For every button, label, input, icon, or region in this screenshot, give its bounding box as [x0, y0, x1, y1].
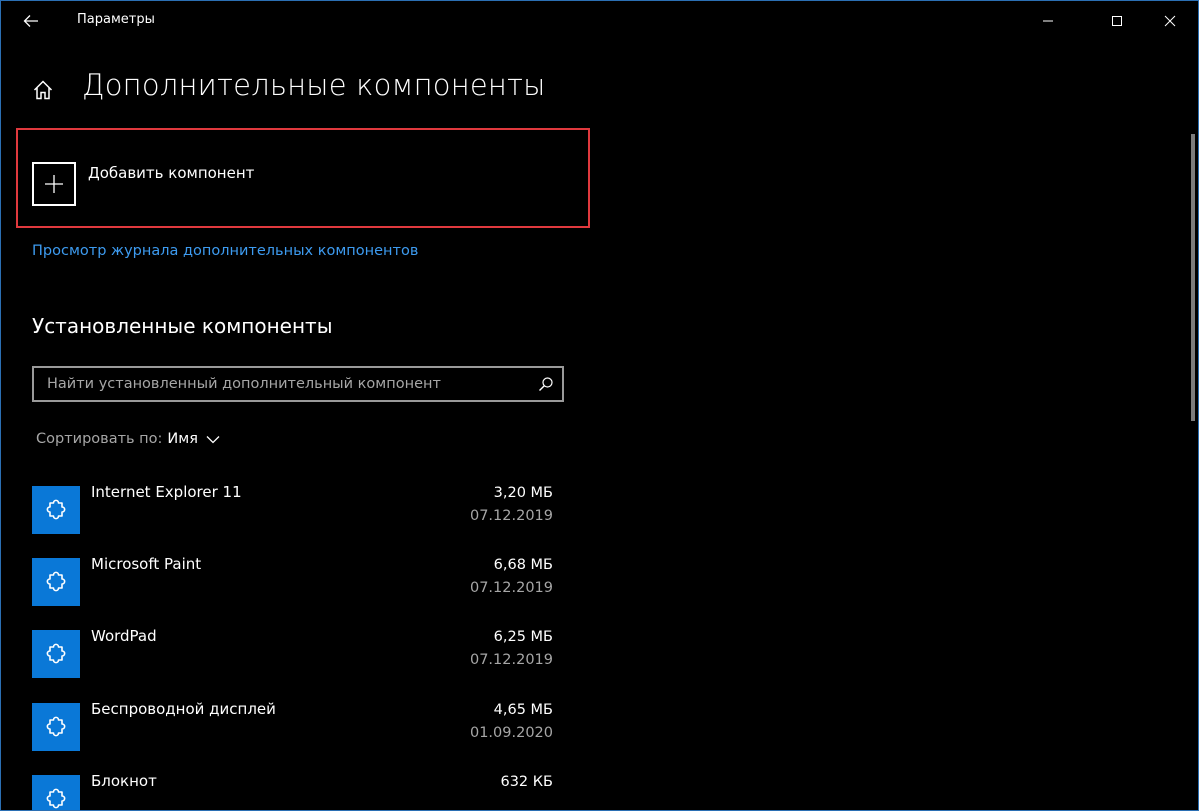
- puzzle-icon: [32, 630, 80, 678]
- add-component-button[interactable]: Добавить компонент: [32, 162, 254, 206]
- component-name: Блокнот: [91, 772, 157, 790]
- add-component-label: Добавить компонент: [88, 164, 255, 182]
- title-bar: Параметры: [1, 1, 1198, 41]
- puzzle-icon: [32, 703, 80, 751]
- installed-components-title: Установленные компоненты: [32, 314, 333, 338]
- component-date: 01.09.2020: [469, 725, 553, 741]
- plus-icon: [32, 162, 76, 206]
- home-button[interactable]: [27, 75, 59, 105]
- minimize-button[interactable]: [1025, 1, 1071, 41]
- app-title: Параметры: [77, 12, 155, 27]
- history-link[interactable]: Просмотр журнала дополнительных компонен…: [32, 243, 418, 259]
- list-item[interactable]: WordPad 6,25 МБ 07.12.2019: [32, 627, 562, 689]
- arrow-left-icon: [23, 15, 38, 27]
- component-date: 07.12.2019: [469, 580, 553, 596]
- back-button[interactable]: [11, 3, 51, 39]
- page-title: Дополнительные компоненты: [82, 68, 546, 102]
- search-input[interactable]: [34, 368, 524, 400]
- search-icon[interactable]: [538, 376, 554, 392]
- component-name: Internet Explorer 11: [91, 483, 242, 501]
- component-size: 6,68 МБ: [493, 557, 553, 573]
- component-size: 4,65 МБ: [493, 702, 553, 718]
- maximize-icon: [1112, 16, 1122, 26]
- close-button[interactable]: [1147, 1, 1193, 41]
- component-size: 3,20 МБ: [493, 485, 553, 501]
- scrollbar[interactable]: [1191, 134, 1195, 421]
- maximize-button[interactable]: [1094, 1, 1140, 41]
- minimize-icon: [1043, 20, 1053, 22]
- component-name: Microsoft Paint: [91, 555, 202, 573]
- puzzle-icon: [32, 558, 80, 606]
- settings-window: Параметры Дополнительные компоненты Доба…: [0, 0, 1199, 811]
- close-icon: [1164, 15, 1176, 27]
- sort-label: Сортировать по:: [36, 431, 163, 447]
- list-item[interactable]: Блокнот 632 КБ: [32, 772, 562, 810]
- component-size: 632 КБ: [500, 774, 553, 790]
- list-item[interactable]: Internet Explorer 11 3,20 МБ 07.12.2019: [32, 483, 562, 545]
- chevron-down-icon: [206, 435, 220, 444]
- component-name: Беспроводной дисплей: [91, 700, 276, 718]
- puzzle-icon: [32, 775, 80, 810]
- component-size: 6,25 МБ: [493, 629, 553, 645]
- component-date: 07.12.2019: [469, 508, 553, 524]
- home-icon: [33, 80, 53, 100]
- list-item[interactable]: Microsoft Paint 6,68 МБ 07.12.2019: [32, 555, 562, 617]
- puzzle-icon: [32, 486, 80, 534]
- list-item[interactable]: Беспроводной дисплей 4,65 МБ 01.09.2020: [32, 700, 562, 762]
- component-date: 07.12.2019: [469, 652, 553, 668]
- search-box: [32, 366, 564, 402]
- sort-value: Имя: [167, 431, 198, 447]
- component-name: WordPad: [91, 627, 157, 645]
- sort-dropdown[interactable]: Сортировать по: Имя: [36, 431, 220, 447]
